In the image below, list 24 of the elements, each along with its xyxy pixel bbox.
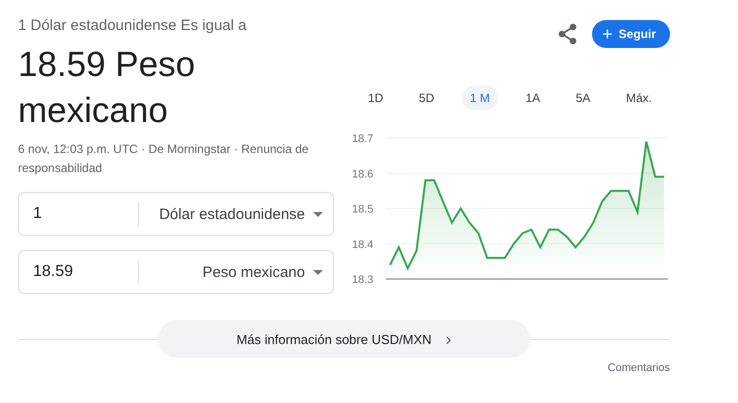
axis-tick-label: 18.5: [352, 204, 374, 216]
caret-icon: [313, 212, 323, 216]
conversion-subtitle: 1 Dólar estadounidense Es igual a: [18, 16, 248, 36]
currency-select[interactable]: Peso mexicano: [139, 264, 333, 280]
range-tab[interactable]: 1 M: [462, 86, 498, 110]
source-info: 6 nov, 12:03 p.m. UTC · De Morningstar · Renuncia de responsabilidad: [18, 141, 310, 177]
range-tab[interactable]: 1D: [360, 86, 392, 110]
feedback-link[interactable]: Comentarios: [608, 362, 670, 374]
conversion-result: 18.59 Peso mexicano: [18, 44, 196, 132]
axis-tick-label: 18.4: [352, 238, 374, 251]
range-tab[interactable]: 5D: [410, 86, 442, 110]
amount-field[interactable]: 1: [19, 202, 139, 226]
range-tab[interactable]: 1A: [517, 86, 548, 110]
axis-tick-label: 18.6: [352, 168, 374, 180]
axis-tick-label: 18.3: [352, 274, 374, 286]
amount-field[interactable]: 18.59: [19, 260, 139, 284]
share-icon[interactable]: [558, 23, 578, 45]
range-tab[interactable]: Máx.: [618, 86, 660, 110]
axis-tick-label: 18.7: [352, 133, 374, 145]
follow-button[interactable]: + Seguir: [592, 20, 670, 48]
range-tab[interactable]: 5A: [568, 86, 598, 110]
more-info-button[interactable]: Más información sobre USD/MXN ›: [158, 320, 530, 358]
currency-select[interactable]: Dólar estadounidense: [139, 206, 333, 222]
caret-icon: [313, 270, 323, 274]
